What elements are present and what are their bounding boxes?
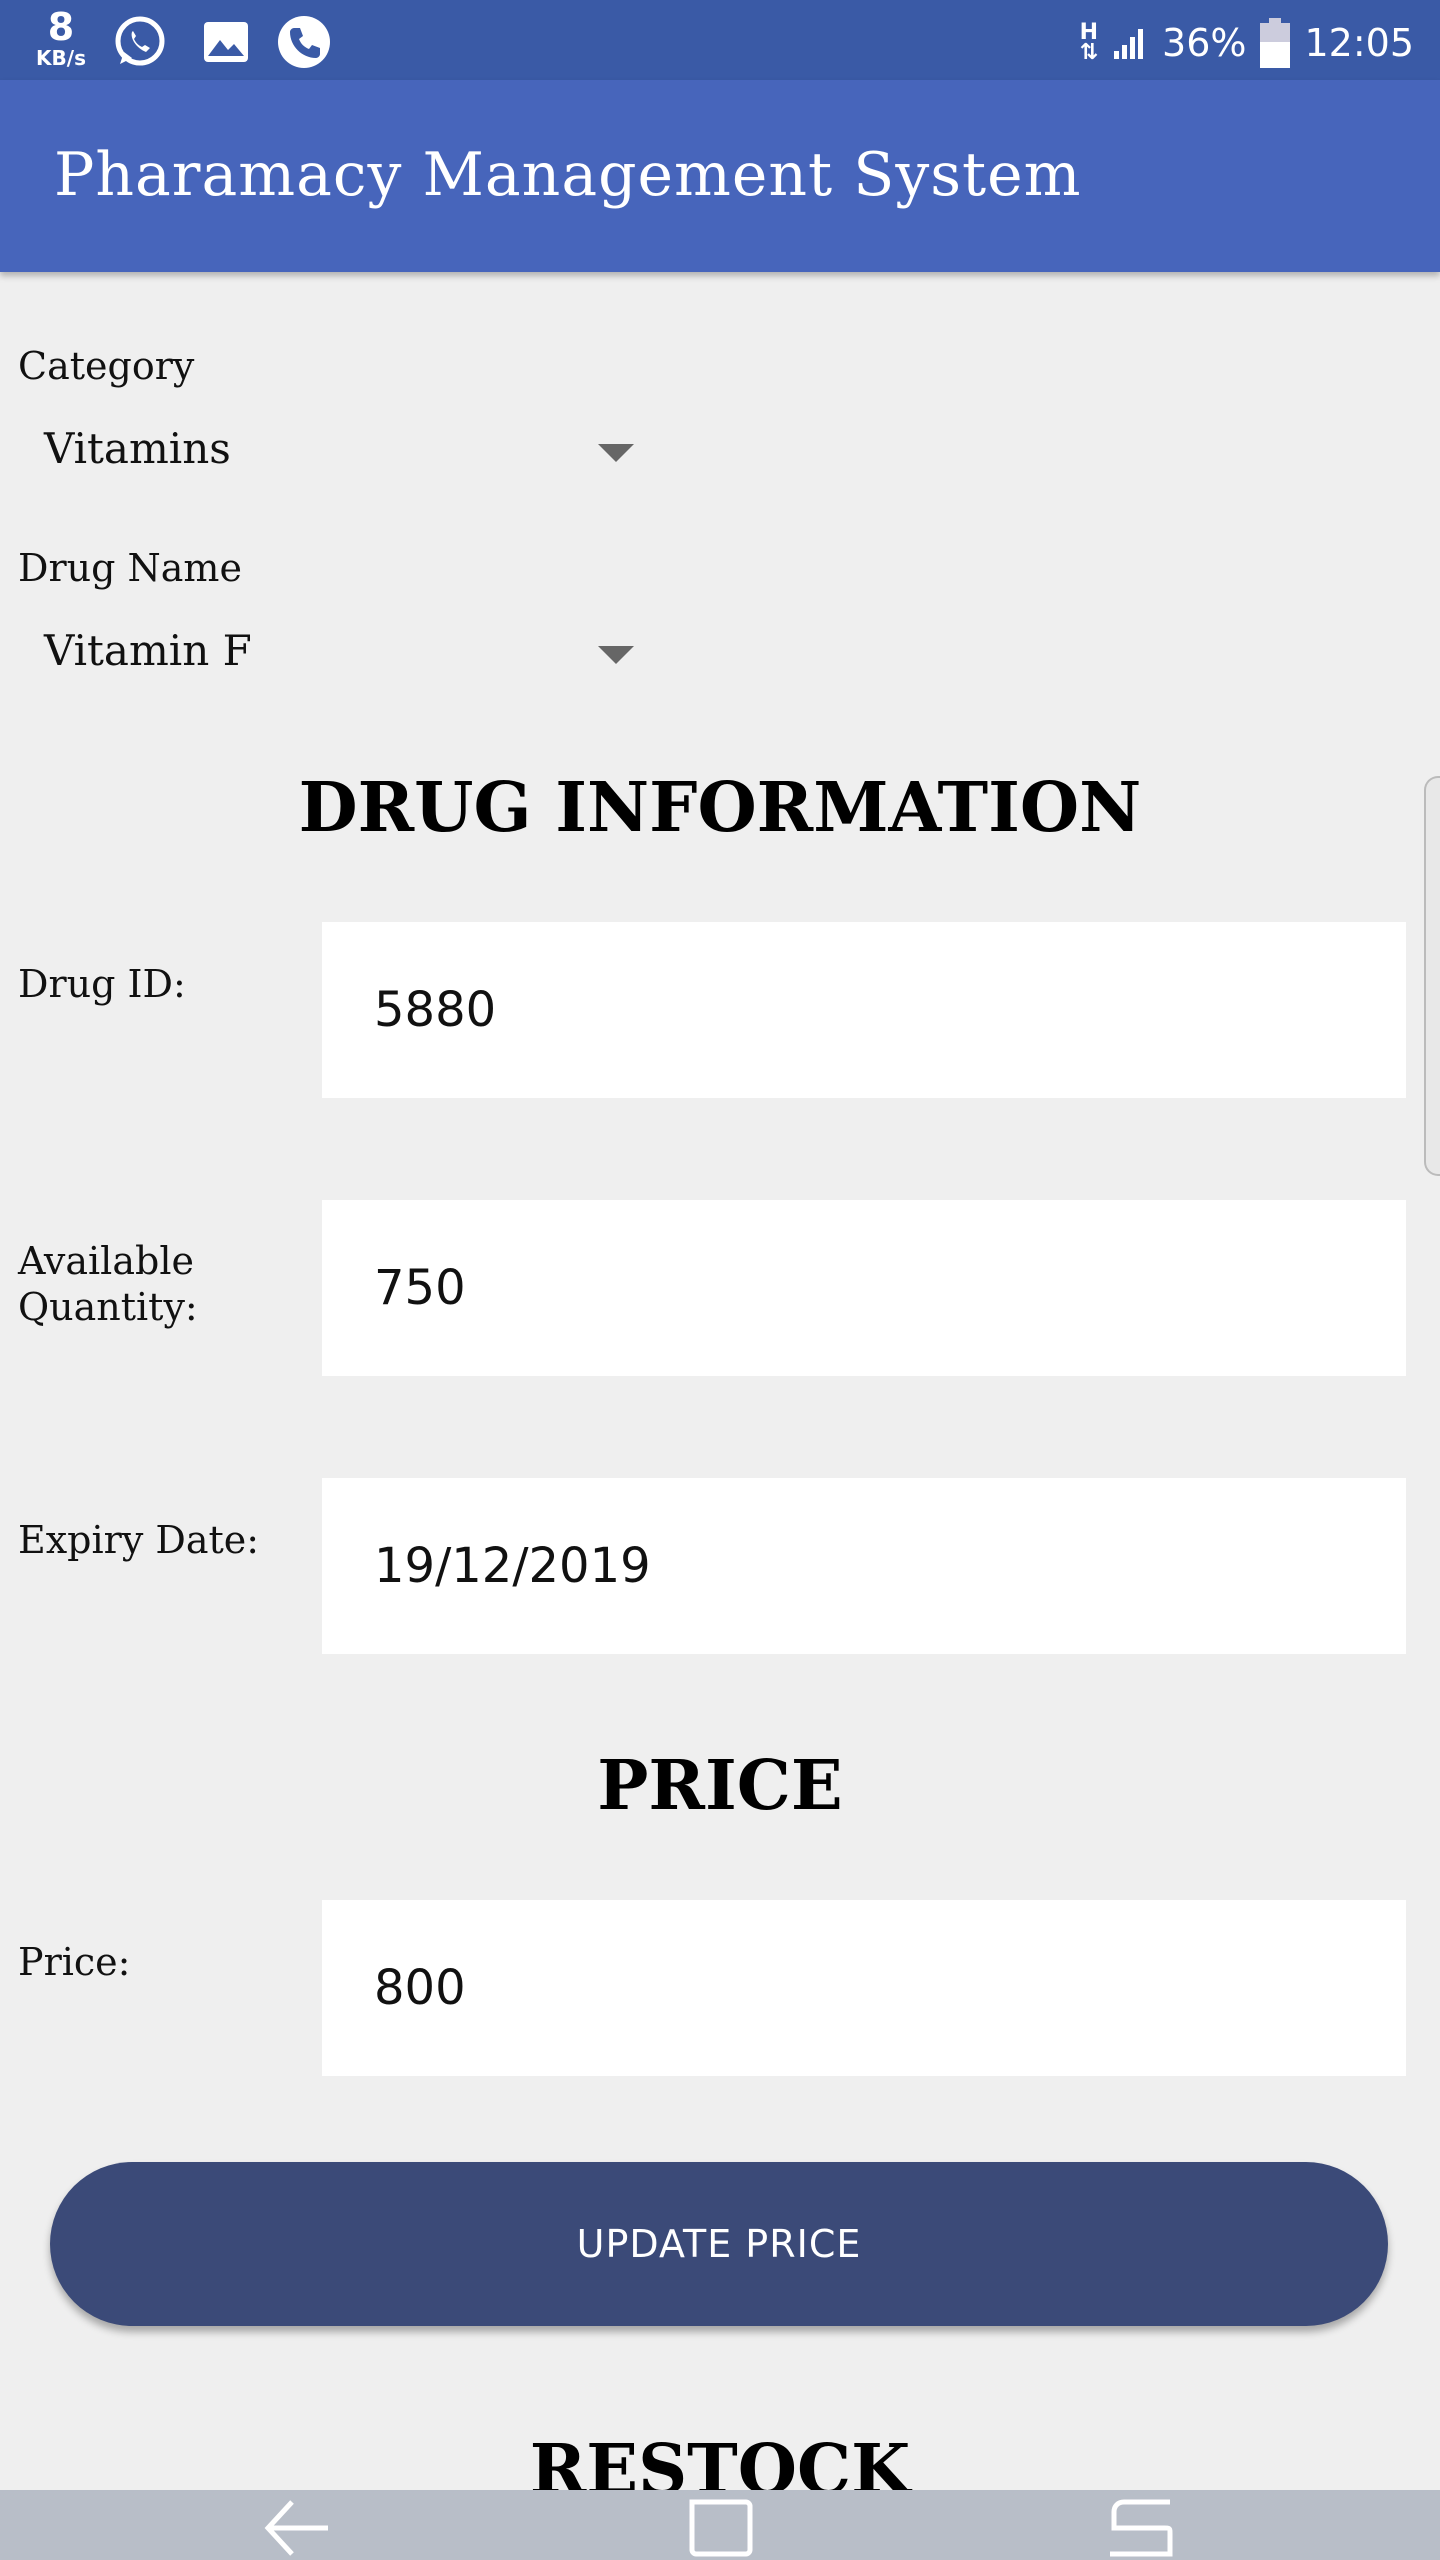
expiry-date-field[interactable]: 19/12/2019 — [322, 1478, 1406, 1654]
expiry-date-label: Expiry Date: — [18, 1518, 260, 1562]
drug-id-field[interactable]: 5880 — [322, 922, 1406, 1098]
navigation-bar — [0, 2490, 1440, 2560]
network-speed-value: 8 — [47, 5, 75, 49]
whatsapp-icon — [115, 16, 165, 66]
network-type: H ⇅ — [1079, 20, 1099, 65]
price-heading: PRICE — [597, 1746, 843, 1826]
chevron-down-icon — [598, 444, 634, 462]
chevron-down-icon — [598, 646, 634, 664]
category-value: Vitamins — [44, 424, 231, 473]
quantity-value: 750 — [374, 1260, 466, 1316]
status-bar: 8 KB/s H ⇅ 36% 12:05 — [0, 0, 1440, 80]
expiry-date-value: 19/12/2019 — [374, 1538, 651, 1594]
scrollbar-thumb[interactable] — [1424, 776, 1440, 1176]
signal-icon — [1114, 29, 1144, 59]
drug-name-value: Vitamin F — [44, 626, 252, 675]
battery-icon — [1260, 18, 1291, 68]
drug-name-label: Drug Name — [18, 546, 242, 590]
category-label: Category — [18, 344, 195, 388]
drug-id-label: Drug ID: — [18, 962, 186, 1006]
recents-icon[interactable] — [1104, 2498, 1174, 2558]
status-right: H ⇅ 36% 12:05 — [1080, 18, 1414, 68]
price-field[interactable]: 800 — [322, 1900, 1406, 2076]
price-label: Price: — [18, 1940, 131, 1984]
drug-name-spinner[interactable]: Vitamin F — [18, 612, 658, 702]
drug-information-heading: DRUG INFORMATION — [298, 768, 1142, 848]
back-icon[interactable] — [262, 2498, 332, 2558]
category-spinner[interactable]: Vitamins — [18, 410, 658, 500]
quantity-label: Available Quantity: — [18, 1239, 198, 1329]
phone-icon — [278, 16, 330, 68]
update-price-button[interactable]: UPDATE PRICE — [50, 2162, 1388, 2326]
home-icon[interactable] — [686, 2498, 756, 2558]
drug-id-value: 5880 — [374, 982, 497, 1038]
battery-percent: 36% — [1162, 21, 1247, 65]
image-icon — [204, 22, 248, 62]
quantity-field[interactable]: 750 — [322, 1200, 1406, 1376]
app-bar: Pharamacy Management System — [0, 80, 1440, 272]
network-speed-unit: KB/s — [36, 46, 86, 70]
price-value: 800 — [374, 1960, 466, 2016]
network-speed: 8 KB/s — [26, 8, 96, 68]
clock: 12:05 — [1304, 21, 1414, 65]
app-title: Pharamacy Management System — [54, 140, 1082, 210]
